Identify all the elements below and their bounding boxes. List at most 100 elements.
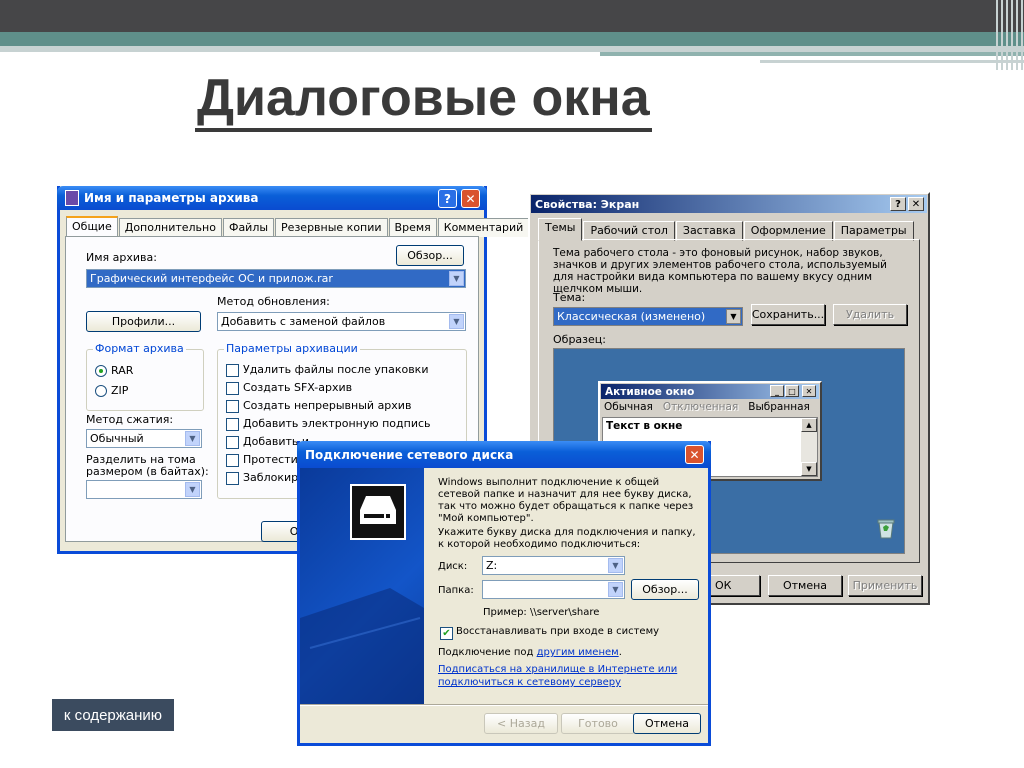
option-solid-label[interactable]: Создать непрерывный архив bbox=[243, 399, 411, 412]
delete-theme-button[interactable]: Удалить bbox=[833, 304, 907, 325]
close-icon: ✕ bbox=[689, 447, 700, 462]
close-icon: ✕ bbox=[802, 385, 816, 397]
format-zip-radio[interactable] bbox=[95, 385, 107, 397]
network-drive-icon bbox=[350, 484, 406, 540]
tab-backups[interactable]: Резервные копии bbox=[275, 218, 388, 237]
option-sfx-label[interactable]: Создать SFX-архив bbox=[243, 381, 352, 394]
option-add-checkbox[interactable] bbox=[226, 436, 239, 449]
chevron-down-icon[interactable]: ▼ bbox=[608, 558, 623, 573]
tab-advanced[interactable]: Дополнительно bbox=[118, 218, 222, 237]
chevron-down-icon[interactable]: ▼ bbox=[185, 482, 200, 497]
archive-format-group: Формат архива RAR ZIP bbox=[86, 342, 204, 411]
ok-button[interactable]: ОК bbox=[708, 575, 760, 596]
theme-select[interactable]: Классическая (изменено) ▼ bbox=[553, 307, 743, 326]
preview-menu-disabled: Отключенная bbox=[662, 401, 739, 413]
cancel-button[interactable]: Отмена bbox=[768, 575, 842, 596]
option-test-checkbox[interactable] bbox=[226, 454, 239, 467]
tab-files[interactable]: Файлы bbox=[222, 218, 275, 237]
chevron-down-icon[interactable]: ▼ bbox=[608, 582, 623, 597]
drive-select[interactable]: Z: ▼ bbox=[482, 556, 625, 575]
display-dialog-title: Свойства: Экран bbox=[535, 197, 640, 211]
chevron-down-icon[interactable]: ▼ bbox=[726, 309, 741, 324]
close-button[interactable]: ✕ bbox=[685, 445, 704, 464]
tab-desktop[interactable]: Рабочий стол bbox=[583, 221, 675, 241]
close-button[interactable]: ✕ bbox=[908, 197, 924, 211]
option-delete-files-checkbox[interactable] bbox=[226, 364, 239, 377]
drive-label: Диск: bbox=[438, 561, 468, 572]
folder-label: Папка: bbox=[438, 585, 474, 596]
update-method-label: Метод обновления: bbox=[217, 295, 330, 308]
scroll-up-icon: ▲ bbox=[801, 418, 817, 432]
display-tabs: Темы Рабочий стол Заставка Оформление Па… bbox=[538, 218, 915, 241]
split-label-line2: размером (в байтах): bbox=[86, 465, 209, 478]
option-signature-checkbox[interactable] bbox=[226, 418, 239, 431]
sample-label: Образец: bbox=[553, 333, 606, 346]
browse-button[interactable]: Обзор... bbox=[631, 579, 699, 600]
tab-appearance[interactable]: Оформление bbox=[743, 221, 833, 241]
help-icon: ? bbox=[444, 191, 451, 206]
option-sfx-checkbox[interactable] bbox=[226, 382, 239, 395]
browse-button[interactable]: Обзор... bbox=[396, 245, 464, 266]
format-rar-radio[interactable] bbox=[95, 365, 107, 377]
archive-format-title: Формат архива bbox=[93, 342, 186, 355]
chevron-down-icon[interactable]: ▼ bbox=[449, 314, 464, 329]
finish-button[interactable]: Готово bbox=[561, 713, 635, 734]
close-button[interactable]: ✕ bbox=[461, 189, 480, 208]
compression-select[interactable]: Обычный ▼ bbox=[86, 429, 202, 448]
update-method-select[interactable]: Добавить с заменой файлов ▼ bbox=[217, 312, 466, 331]
minimize-icon: _ bbox=[770, 385, 784, 397]
header-band-accent bbox=[600, 52, 1024, 56]
back-button[interactable]: < Назад bbox=[484, 713, 558, 734]
preview-menu-selected: Выбранная bbox=[748, 401, 810, 413]
connect-as-suffix: . bbox=[618, 647, 622, 658]
format-rar-label[interactable]: RAR bbox=[111, 364, 133, 377]
maximize-icon: □ bbox=[785, 385, 799, 397]
header-band-dark bbox=[0, 0, 1024, 32]
folder-example: Пример: \\server\share bbox=[483, 607, 600, 618]
compression-label: Метод сжатия: bbox=[86, 413, 174, 426]
map-network-drive-dialog: Подключение сетевого диска ✕ Windows вып… bbox=[297, 441, 711, 746]
apply-button[interactable]: Применить bbox=[848, 575, 922, 596]
profiles-button[interactable]: Профили... bbox=[86, 311, 201, 332]
header-vertical-lines bbox=[996, 0, 1024, 70]
archive-dialog-title: Имя и параметры архива bbox=[84, 191, 259, 205]
option-lock-checkbox[interactable] bbox=[226, 472, 239, 485]
chevron-down-icon[interactable]: ▼ bbox=[449, 271, 464, 286]
split-size-select[interactable]: ▼ bbox=[86, 480, 202, 499]
help-button[interactable]: ? bbox=[890, 197, 906, 211]
help-button[interactable]: ? bbox=[438, 189, 457, 208]
tab-settings[interactable]: Параметры bbox=[833, 221, 914, 241]
contents-button[interactable]: к содержанию bbox=[52, 699, 174, 731]
option-solid-checkbox[interactable] bbox=[226, 400, 239, 413]
tab-general[interactable]: Общие bbox=[66, 216, 118, 238]
archive-dialog-titlebar[interactable]: Имя и параметры архива bbox=[57, 186, 487, 210]
preview-text: Текст в окне bbox=[606, 420, 683, 432]
theme-description: Тема рабочего стола - это фоновый рисуно… bbox=[553, 247, 887, 295]
reconnect-checkbox[interactable]: ✔ bbox=[440, 627, 453, 640]
storage-link-line2[interactable]: подключиться к сетевому серверу bbox=[438, 677, 621, 688]
connect-as-link[interactable]: другим именем bbox=[537, 647, 619, 658]
network-dialog-titlebar[interactable]: Подключение сетевого диска bbox=[297, 441, 711, 468]
option-delete-files-label[interactable]: Удалить файлы после упаковки bbox=[243, 363, 428, 376]
connect-as-text: Подключение под bbox=[438, 647, 537, 658]
cancel-button[interactable]: Отмена bbox=[633, 713, 701, 734]
tab-comment[interactable]: Комментарий bbox=[437, 218, 530, 237]
tab-themes[interactable]: Темы bbox=[538, 218, 583, 241]
preview-scrollbar: ▲ ▼ bbox=[801, 418, 817, 476]
slide-title: Диалоговые окна bbox=[195, 70, 652, 132]
folder-input[interactable]: ▼ bbox=[482, 580, 625, 599]
archive-options-title: Параметры архивации bbox=[224, 342, 360, 355]
tab-time[interactable]: Время bbox=[388, 218, 437, 237]
tab-screensaver[interactable]: Заставка bbox=[675, 221, 743, 241]
chevron-down-icon[interactable]: ▼ bbox=[185, 431, 200, 446]
save-theme-button[interactable]: Сохранить... bbox=[751, 304, 825, 325]
wizard-footer-divider bbox=[300, 704, 708, 706]
option-signature-label[interactable]: Добавить электронную подпись bbox=[243, 417, 431, 430]
storage-link-line1[interactable]: Подписаться на хранилище в Интернете или bbox=[438, 664, 677, 675]
archive-name-field[interactable]: Графический интерфейс ОС и прилож.rar ▼ bbox=[86, 269, 466, 288]
scroll-down-icon: ▼ bbox=[801, 462, 817, 476]
format-zip-label[interactable]: ZIP bbox=[111, 384, 128, 397]
display-dialog-titlebar[interactable]: Свойства: Экран bbox=[531, 195, 927, 213]
archive-name-label: Имя архива: bbox=[86, 251, 157, 264]
reconnect-label[interactable]: Восстанавливать при входе в систему bbox=[456, 626, 659, 637]
